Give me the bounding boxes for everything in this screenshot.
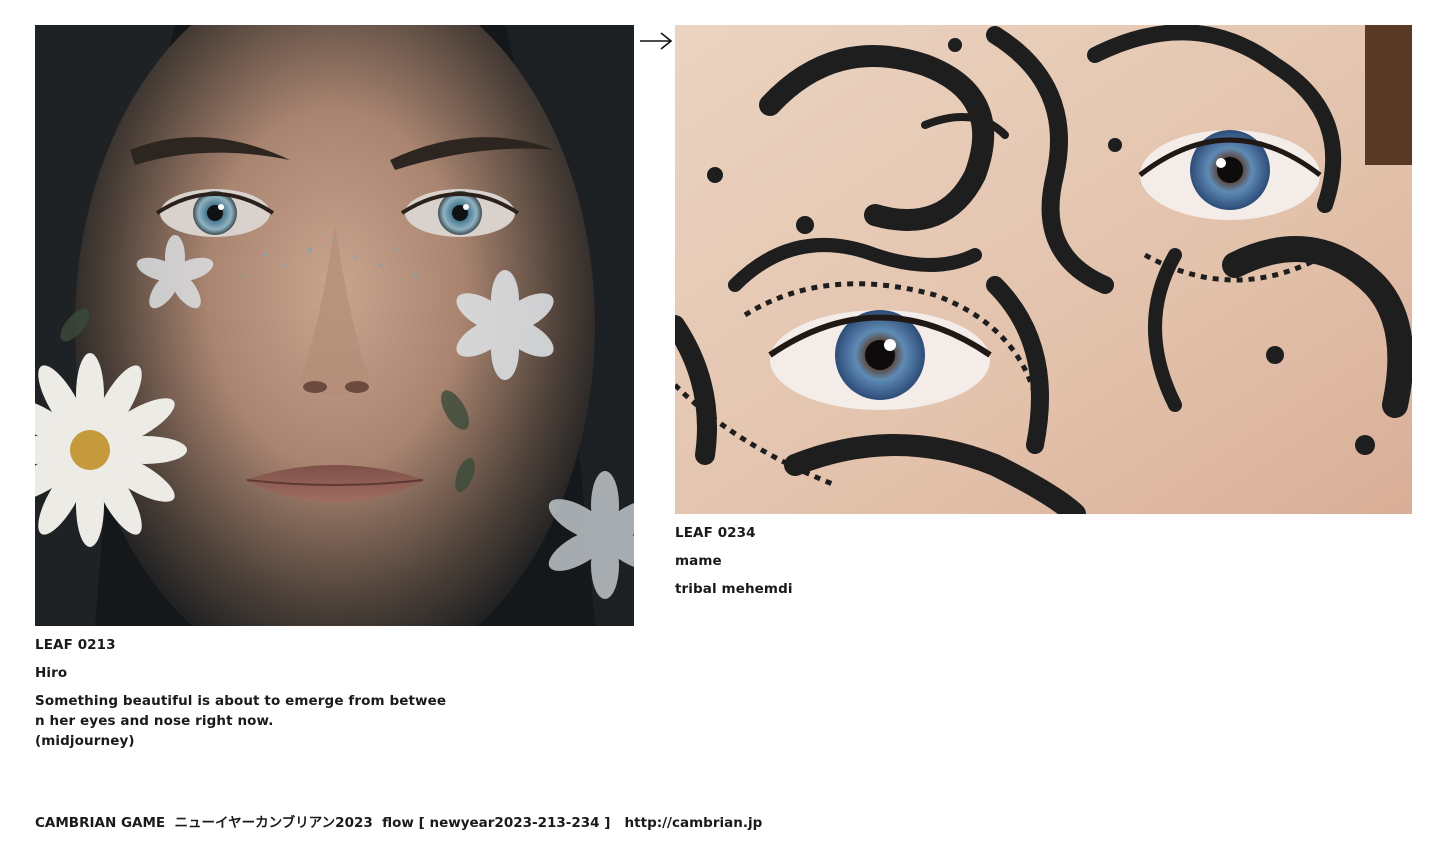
right-caption: LEAF 0234 mame tribal mehemdi bbox=[675, 523, 1275, 599]
site-link[interactable]: http://cambrian.jp bbox=[625, 815, 763, 831]
footer: CAMBRIAN GAME ニューイヤーカンブリアン2023 flow [ ne… bbox=[35, 813, 762, 833]
portrait-image[interactable] bbox=[35, 25, 634, 626]
footer-text: CAMBRIAN GAME ニューイヤーカンブリアン2023 flow [ ne… bbox=[35, 815, 625, 831]
leaf-code: LEAF 0234 bbox=[675, 525, 756, 541]
left-caption: LEAF 0213 Hiro Something beautiful is ab… bbox=[35, 635, 635, 751]
portrait-flowers-image bbox=[35, 25, 634, 626]
description-line: n her eyes and nose right now. bbox=[35, 713, 274, 729]
leaf-code: LEAF 0213 bbox=[35, 637, 116, 653]
description-line: (midjourney) bbox=[35, 733, 135, 749]
tribal-image[interactable] bbox=[675, 25, 1412, 514]
author-name: Hiro bbox=[35, 665, 68, 681]
tribal-mehendi-eyes-image bbox=[675, 25, 1412, 514]
description-line: Something beautiful is about to emerge f… bbox=[35, 693, 447, 709]
author-name: mame bbox=[675, 553, 722, 569]
work-title: tribal mehemdi bbox=[675, 581, 793, 597]
right-arrow-icon[interactable] bbox=[638, 30, 674, 52]
